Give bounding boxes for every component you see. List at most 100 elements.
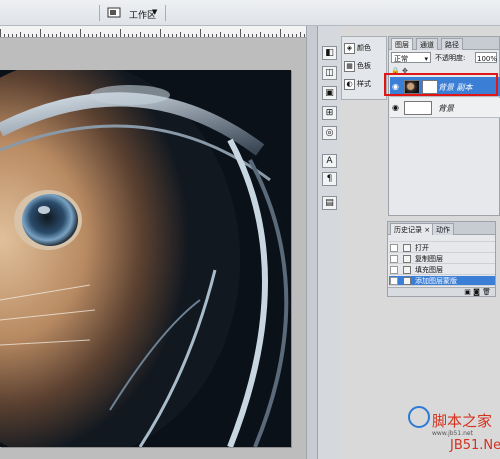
dock-tool-icon[interactable]: ▣ [322, 86, 337, 100]
ruler-tick [68, 34, 69, 37]
dock-item-swatches[interactable]: ▦ 色板 [344, 59, 386, 73]
ruler-tick [36, 34, 37, 37]
ruler-tick [56, 34, 57, 37]
ruler-tick [224, 34, 225, 37]
ruler-tick [148, 34, 149, 37]
new-snapshot-icon[interactable]: ▣ [464, 288, 471, 296]
history-snapshot-row[interactable] [389, 236, 495, 242]
ruler-tick [116, 34, 117, 37]
ruler-tick [84, 34, 85, 37]
ruler-tick [0, 29, 1, 37]
history-item[interactable]: 填充图层 [389, 265, 495, 275]
horizontal-ruler [0, 26, 306, 38]
camera-icon[interactable]: ◙ [473, 288, 480, 296]
vertical-scrollbar[interactable] [306, 26, 317, 459]
opacity-input[interactable]: 100% [475, 52, 497, 63]
dock-tool-icon[interactable]: ▤ [322, 196, 337, 210]
history-item-selected[interactable]: 添加图层蒙版 [389, 276, 495, 286]
workspace-icon[interactable] [107, 7, 121, 19]
panel-dock: ◧ ◫ ▣ ⊞ ◎ A ¶ ▤ [317, 26, 341, 459]
dock-item-color[interactable]: ◈ 颜色 [344, 41, 386, 55]
swatches-icon: ▦ [344, 60, 355, 72]
ruler-tick [124, 34, 125, 37]
dock-item-styles[interactable]: ◐ 样式 [344, 77, 386, 91]
ruler-tick [44, 34, 45, 37]
ruler-tick [28, 34, 29, 37]
trash-icon[interactable]: 🗑 [482, 288, 491, 296]
tab-layers[interactable]: 图层 [391, 38, 413, 50]
ruler-tick [276, 34, 277, 37]
chevron-down-icon: ▾ [424, 55, 428, 63]
ruler-tick [192, 34, 193, 37]
ruler-tick [232, 34, 233, 37]
ruler-tick [244, 34, 245, 37]
app-bar: 工作区 ▼ [0, 0, 500, 26]
dock-tool-icon[interactable]: ⊞ [322, 106, 337, 120]
layer-thumbnail [404, 101, 432, 115]
history-checkbox[interactable] [390, 266, 398, 274]
paragraph-panel-icon[interactable]: ¶ [322, 172, 337, 186]
ruler-tick [252, 34, 253, 37]
ruler-tick [264, 34, 265, 37]
history-checkbox[interactable] [390, 255, 398, 263]
chevron-down-icon[interactable]: ▼ [152, 8, 157, 16]
ruler-tick [184, 34, 185, 37]
ruler-tick [128, 34, 129, 37]
ruler-tick [268, 34, 269, 37]
watermark: 脚本之家 www.jb51.net JB51.Net [408, 406, 500, 459]
watermark-brand: JB51.Net [450, 438, 500, 453]
ruler-tick [144, 34, 145, 37]
history-item[interactable]: 打开 [389, 243, 495, 253]
tab-actions[interactable]: 动作 [432, 223, 454, 235]
canvas-image-astronaut-cat[interactable] [0, 70, 291, 447]
ruler-tick [304, 34, 305, 37]
tab-paths[interactable]: 路径 [441, 38, 463, 50]
history-panel: 历史记录 × 动作 打开 复制图层 填充图层 添加图层蒙版 ▣ ◙ 🗑 [387, 221, 496, 297]
ruler-tick [120, 29, 121, 37]
eye-icon[interactable]: ◉ [392, 103, 401, 112]
history-item[interactable]: 复制图层 [389, 254, 495, 264]
tab-channels[interactable]: 通道 [416, 38, 438, 50]
history-footer: ▣ ◙ 🗑 [388, 287, 495, 296]
ruler-tick [292, 34, 293, 37]
layers-panel-tabs: 图层 通道 路径 [389, 37, 499, 50]
ruler-tick [152, 34, 153, 37]
dock-tool-icon[interactable]: ◫ [322, 66, 337, 80]
ruler-tick [256, 34, 257, 37]
history-step-icon [403, 255, 411, 263]
ruler-tick [32, 34, 33, 37]
blend-mode-select[interactable]: 正常 ▾ [391, 52, 431, 63]
character-panel-icon[interactable]: A [322, 154, 337, 168]
highlight-box [384, 73, 498, 96]
document-workspace[interactable] [0, 38, 306, 459]
ruler-tick [172, 34, 173, 37]
tab-history[interactable]: 历史记录 × [390, 223, 435, 235]
history-checkbox[interactable] [390, 277, 398, 285]
watermark-subtitle: www.jb51.net [432, 430, 473, 437]
layer-row-background[interactable]: ◉ 背景 [390, 98, 500, 118]
ruler-tick [248, 34, 249, 37]
ruler-tick [112, 34, 113, 37]
close-icon[interactable]: × [424, 226, 430, 234]
ruler-tick [104, 34, 105, 37]
layer-name: 背景 [438, 104, 454, 113]
ruler-tick [48, 34, 49, 37]
ruler-tick [96, 34, 97, 37]
ruler-tick [80, 29, 81, 37]
ruler-tick [140, 32, 141, 37]
history-panel-tabs: 历史记录 × 动作 [388, 222, 495, 235]
history-checkbox[interactable] [390, 244, 398, 252]
dock-tool-icon[interactable]: ◧ [322, 46, 337, 60]
ruler-tick [212, 34, 213, 37]
ruler-tick [16, 34, 17, 37]
toolbar-separator [99, 5, 100, 21]
ruler-tick [200, 29, 201, 37]
ruler-tick [288, 34, 289, 37]
ruler-tick [136, 34, 137, 37]
ruler-tick [204, 34, 205, 37]
ruler-tick [208, 34, 209, 37]
toolbar-separator [165, 5, 166, 21]
dock-tool-icon[interactable]: ◎ [322, 126, 337, 140]
ruler-tick [188, 34, 189, 37]
ruler-tick [228, 34, 229, 37]
